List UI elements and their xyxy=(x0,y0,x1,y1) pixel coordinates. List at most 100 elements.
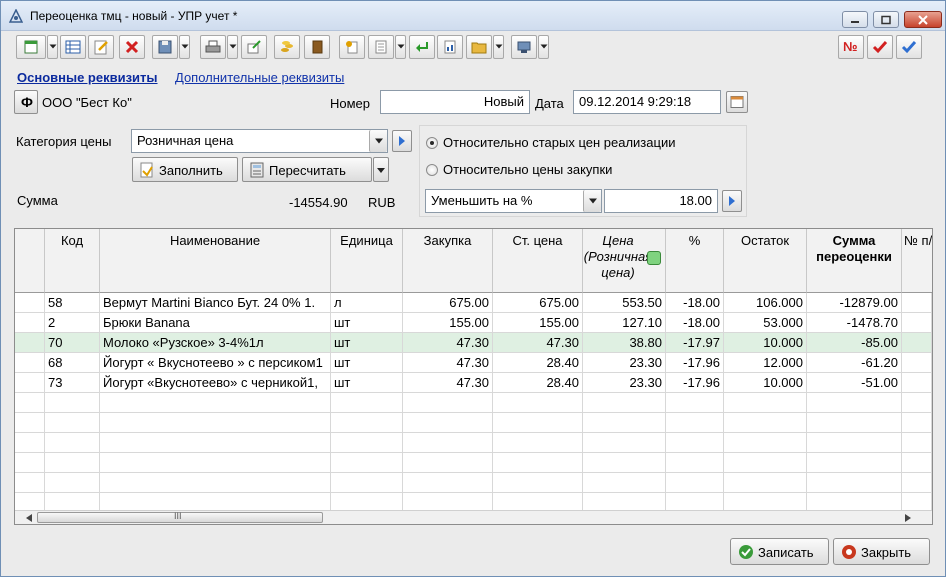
toolbar-new-based-button[interactable] xyxy=(339,35,365,59)
cell-unit[interactable]: шт xyxy=(331,313,403,333)
cell-percent[interactable] xyxy=(666,393,724,413)
price-category-open-button[interactable] xyxy=(392,130,412,152)
cell-code[interactable] xyxy=(45,473,100,493)
horizontal-scrollbar[interactable]: III xyxy=(15,510,932,524)
cell-old-price[interactable]: 28.40 xyxy=(493,373,583,393)
toolbar-edit-button[interactable] xyxy=(88,35,114,59)
table-row[interactable]: 68 Йогурт « Вкуснотеево » с персиком1 шт 47… xyxy=(15,353,932,373)
organization-select-button[interactable]: Ф xyxy=(14,90,38,114)
cell-extra[interactable] xyxy=(902,313,932,333)
cell-purchase[interactable]: 47.30 xyxy=(403,353,493,373)
cell-percent[interactable]: -17.96 xyxy=(666,373,724,393)
cell-remainder[interactable] xyxy=(724,453,807,473)
column-header-new-price[interactable]: Цена (Розничная цена) xyxy=(583,229,666,293)
cell-code[interactable]: 73 xyxy=(45,373,100,393)
toolbar-prices-button[interactable] xyxy=(274,35,300,59)
cell-sum[interactable] xyxy=(807,453,902,473)
toolbar-actions-button[interactable] xyxy=(16,35,46,59)
toolbar-structure-dropdown[interactable] xyxy=(395,35,406,59)
toolbar-folder-button[interactable] xyxy=(466,35,492,59)
cell-extra[interactable] xyxy=(902,473,932,493)
cell-new-price[interactable]: 23.30 xyxy=(583,353,666,373)
cell-percent[interactable]: -18.00 xyxy=(666,293,724,313)
empty-table-row[interactable] xyxy=(15,433,932,453)
cell-extra[interactable] xyxy=(902,453,932,473)
toolbar-enter-button[interactable] xyxy=(409,35,435,59)
cell-purchase[interactable]: 47.30 xyxy=(403,333,493,353)
cell-extra[interactable] xyxy=(902,433,932,453)
cell-name[interactable]: Молоко «Рузское» 3-4%1л xyxy=(100,333,331,353)
price-category-select[interactable]: Розничная цена xyxy=(131,129,388,153)
cell-purchase[interactable] xyxy=(403,393,493,413)
cell-extra[interactable] xyxy=(902,353,932,373)
cell-percent[interactable] xyxy=(666,413,724,433)
cell-sum[interactable] xyxy=(807,413,902,433)
column-header-purchase[interactable]: Закупка xyxy=(403,229,493,293)
cell-unit[interactable] xyxy=(331,473,403,493)
toolbar-actions-dropdown[interactable] xyxy=(47,35,58,59)
empty-table-row[interactable] xyxy=(15,453,932,473)
empty-table-row[interactable] xyxy=(15,413,932,433)
cell-remainder[interactable] xyxy=(724,413,807,433)
tab-additional-details[interactable]: Дополнительные реквизиты xyxy=(175,70,344,85)
cell-code[interactable]: 2 xyxy=(45,313,100,333)
cell-extra[interactable] xyxy=(902,413,932,433)
column-header-name[interactable]: Наименование xyxy=(100,229,331,293)
cell-purchase[interactable] xyxy=(403,413,493,433)
cell-name[interactable] xyxy=(100,433,331,453)
cell-purchase[interactable] xyxy=(403,453,493,473)
cell-new-price[interactable]: 553.50 xyxy=(583,293,666,313)
empty-table-row[interactable] xyxy=(15,393,932,413)
table-row[interactable]: 70 Молоко «Рузское» 3-4%1л шт 47.30 47.30 38.… xyxy=(15,333,932,353)
cell-remainder[interactable]: 10.000 xyxy=(724,333,807,353)
cell-percent[interactable] xyxy=(666,473,724,493)
cell-name[interactable] xyxy=(100,393,331,413)
toolbar-settings-button[interactable] xyxy=(511,35,537,59)
recalculate-dropdown[interactable] xyxy=(373,157,389,182)
cell-sum[interactable]: -51.00 xyxy=(807,373,902,393)
scroll-right-icon[interactable] xyxy=(904,514,912,522)
cell-name[interactable] xyxy=(100,413,331,433)
price-category-dropdown[interactable] xyxy=(369,130,387,152)
cell-sum[interactable]: -85.00 xyxy=(807,333,902,353)
cell-unit[interactable]: шт xyxy=(331,333,403,353)
cell-sum[interactable] xyxy=(807,473,902,493)
toolbar-report-button[interactable] xyxy=(437,35,463,59)
toolbar-settings-dropdown[interactable] xyxy=(538,35,549,59)
cell-new-price[interactable] xyxy=(583,433,666,453)
cell-sum[interactable] xyxy=(807,433,902,453)
cell-percent[interactable] xyxy=(666,453,724,473)
cell-sum[interactable] xyxy=(807,393,902,413)
cell-old-price[interactable]: 47.30 xyxy=(493,333,583,353)
cell-remainder[interactable] xyxy=(724,433,807,453)
column-header-old-price[interactable]: Ст. цена xyxy=(493,229,583,293)
cell-new-price[interactable] xyxy=(583,453,666,473)
cell-remainder[interactable]: 53.000 xyxy=(724,313,807,333)
table-row[interactable]: 58 Вермут Martini Bianco Бут. 24 0% 1. л 67… xyxy=(15,293,932,313)
cell-old-price[interactable] xyxy=(493,433,583,453)
cell-name[interactable]: Вермут Martini Bianco Бут. 24 0% 1. xyxy=(100,293,331,313)
toolbar-delete-button[interactable] xyxy=(119,35,145,59)
recalculate-button[interactable]: Пересчитать xyxy=(242,157,372,182)
cell-remainder[interactable]: 10.000 xyxy=(724,373,807,393)
cell-new-price[interactable]: 23.30 xyxy=(583,373,666,393)
number-field[interactable]: Новый xyxy=(380,90,530,114)
cell-remainder[interactable] xyxy=(724,473,807,493)
column-header-unit[interactable]: Единица xyxy=(331,229,403,293)
cell-new-price[interactable] xyxy=(583,413,666,433)
cell-sum[interactable]: -61.20 xyxy=(807,353,902,373)
cell-purchase[interactable] xyxy=(403,473,493,493)
cell-name[interactable] xyxy=(100,473,331,493)
toolbar-print-button[interactable] xyxy=(200,35,226,59)
toolbar-folder-dropdown[interactable] xyxy=(493,35,504,59)
column-header-extra[interactable]: № п/п xyxy=(902,229,932,293)
cell-remainder[interactable]: 106.000 xyxy=(724,293,807,313)
radio-relative-purchase[interactable] xyxy=(426,164,438,176)
column-header-sum[interactable]: Сумма переоценки xyxy=(807,229,902,293)
cell-purchase[interactable]: 155.00 xyxy=(403,313,493,333)
column-header-percent[interactable]: % xyxy=(666,229,724,293)
cell-old-price[interactable]: 28.40 xyxy=(493,353,583,373)
cell-percent[interactable]: -18.00 xyxy=(666,313,724,333)
date-field[interactable]: 09.12.2014 9:29:18 xyxy=(573,90,721,114)
cell-old-price[interactable]: 155.00 xyxy=(493,313,583,333)
